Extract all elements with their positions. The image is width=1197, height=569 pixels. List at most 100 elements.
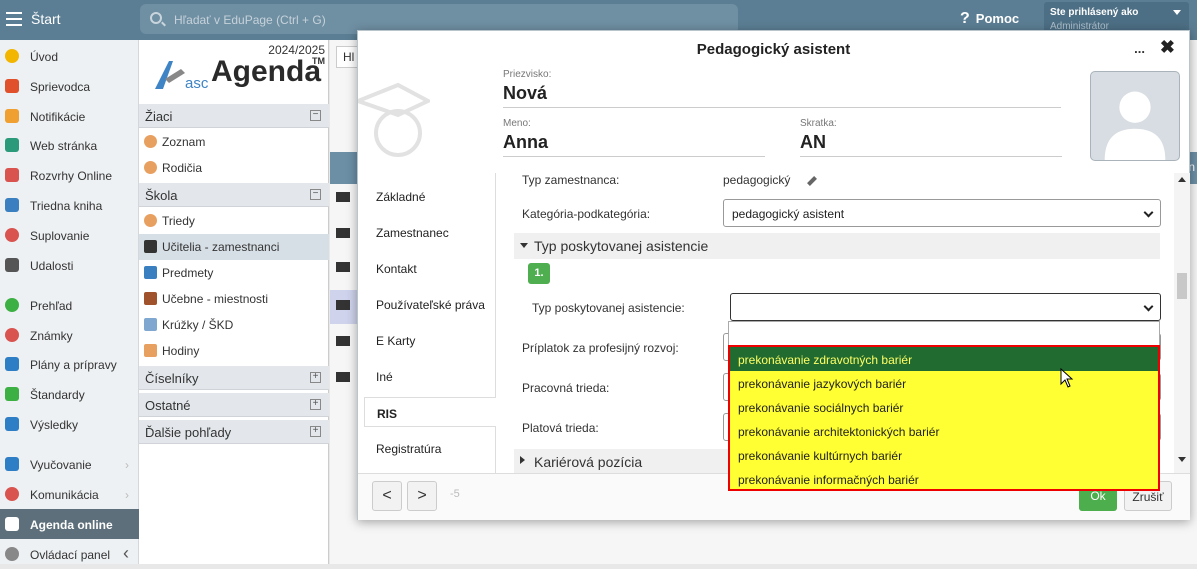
sidebar-item-vysledky[interactable]: Výsledky [0, 409, 139, 439]
category-select[interactable]: pedagogický asistent [723, 199, 1161, 227]
collapse-chevron-icon[interactable]: ‹ [123, 543, 129, 564]
expand-toggle[interactable]: + [310, 372, 321, 383]
avatar[interactable] [1090, 71, 1180, 161]
name-value: Anna [503, 132, 548, 152]
sidebar-item-agenda-online[interactable]: Agenda online [0, 509, 139, 539]
menu-icon[interactable] [6, 12, 22, 26]
envelope-icon [5, 109, 19, 123]
expand-toggle[interactable]: + [310, 426, 321, 437]
collapse-toggle[interactable]: − [310, 189, 321, 200]
dropdown-option[interactable]: prekonávanie kultúrnych bariér [730, 443, 1158, 467]
tab-registratura[interactable]: Registratúra [364, 433, 496, 463]
sidebar-item-label: Suplovanie [30, 229, 90, 243]
section-ostatne[interactable]: Ostatné + [139, 393, 329, 417]
assist-type-select[interactable] [730, 293, 1161, 321]
scroll-thumb[interactable] [1177, 273, 1187, 299]
abbreviation-field[interactable]: Skratka: AN [800, 118, 1062, 157]
sidebar-item-label: Komunikácia [30, 488, 99, 502]
briefcase-icon [5, 357, 19, 371]
sidebar-item-web[interactable]: Web stránka [0, 130, 139, 160]
person-icon [5, 228, 19, 242]
search-placeholder: Hľadať v EduPage (Ctrl + G) [174, 13, 326, 27]
tab-zamestnanec[interactable]: Zamestnanec [364, 217, 496, 247]
sidebar-item-komunikacia[interactable]: Komunikácia › [0, 479, 139, 509]
sidebar-item-label: Agenda online [30, 518, 113, 532]
sidebar-item-vyucovanie[interactable]: Vyučovanie › [0, 449, 139, 479]
book-icon [5, 198, 19, 212]
sidebar-item-ovladaci-panel[interactable]: Ovládací panel ‹ [0, 539, 139, 569]
logo-tm: TM [312, 56, 325, 66]
employee-type-value: pedagogický [723, 173, 791, 187]
tab-kontakt[interactable]: Kontakt [364, 253, 496, 283]
help-label: Pomoc [975, 11, 1020, 26]
panel-item-rodicia[interactable]: Rodičia [139, 155, 329, 181]
tab-pouzivatelske-prava[interactable]: Používateľské práva [364, 289, 496, 319]
collapse-toggle[interactable]: − [310, 110, 321, 121]
dropdown-option[interactable]: prekonávanie architektonických bariér [730, 419, 1158, 443]
sidebar-item-sprievodca[interactable]: Sprievodca [0, 71, 139, 101]
more-options-button[interactable]: ... [1134, 41, 1145, 56]
sidebar-item-suplovanie[interactable]: Suplovanie [0, 220, 139, 250]
sidebar-item-uvod[interactable]: Úvod [0, 41, 139, 71]
panel-item-ucebne[interactable]: Učebne - miestnosti [139, 286, 329, 312]
dialog-title: Pedagogický asistent [696, 41, 851, 58]
prev-button[interactable]: < [372, 481, 402, 511]
section-skola[interactable]: Škola − [139, 183, 329, 207]
sidebar-item-triedna-kniha[interactable]: Triedna kniha [0, 190, 139, 220]
dropdown-option[interactable]: prekonávanie sociálnych bariér [730, 395, 1158, 419]
row-icon [336, 300, 350, 310]
panel-item-zoznam[interactable]: Zoznam [139, 129, 329, 155]
assistance-group-header[interactable]: Typ poskytovanej asistencie [514, 233, 1160, 259]
abbr-value: AN [800, 132, 826, 152]
dropdown-option[interactable]: prekonávanie zdravotných bariér [730, 347, 1158, 371]
pencil-icon[interactable] [807, 176, 817, 186]
tab-ris[interactable]: RIS [364, 397, 496, 427]
book-open-icon [5, 457, 19, 471]
dropdown-option[interactable]: prekonávanie informačných bariér [730, 467, 1158, 491]
sidebar-item-plany[interactable]: Plány a prípravy [0, 349, 139, 379]
rocket-icon [144, 318, 157, 331]
dropdown-option[interactable]: prekonávanie jazykových bariér [730, 371, 1158, 395]
sidebar-item-label: Ovládací panel [30, 548, 111, 562]
sidebar-item-rozvrhy[interactable]: Rozvrhy Online [0, 160, 139, 190]
start-label[interactable]: Štart [31, 11, 61, 27]
field-underline [503, 107, 1061, 108]
sidebar-item-znamky[interactable]: Známky [0, 320, 139, 350]
panel-item-ucitelia[interactable]: Učitelia - zamestnanci [139, 234, 329, 260]
sidebar-item-prehlad[interactable]: Prehľad [0, 290, 139, 320]
surname-field[interactable]: Priezvisko: Nová [503, 69, 1063, 108]
asc-agenda-logo: asc Agenda TM [149, 52, 325, 102]
panel-item-kruzky[interactable]: Krúžky / ŠKD [139, 312, 329, 338]
star-icon [5, 49, 19, 63]
graduation-cap-icon [144, 240, 157, 253]
content-scrollbar[interactable] [1174, 173, 1190, 473]
panel-item-label: Hodiny [162, 344, 200, 358]
panel-item-triedy[interactable]: Triedy [139, 208, 329, 234]
section-dalsie-pohlady[interactable]: Ďalšie pohľady + [139, 420, 329, 444]
agenda-icon [5, 517, 19, 531]
help-button[interactable]: ? Pomoc [960, 10, 1019, 28]
close-icon[interactable]: ✖ [1160, 37, 1175, 58]
scroll-up-icon[interactable] [1178, 177, 1186, 182]
panel-item-predmety[interactable]: Predmety [139, 260, 329, 286]
sidebar-item-standardy[interactable]: Štandardy [0, 379, 139, 409]
section-ciselniky[interactable]: Číselníky + [139, 366, 329, 390]
career-group-title: Kariérová pozícia [534, 454, 643, 470]
tab-zakladne[interactable]: Základné [364, 181, 496, 211]
panel-item-label: Rodičia [162, 161, 203, 175]
parents-icon [144, 161, 157, 174]
expand-toggle[interactable]: + [310, 399, 321, 410]
panel-item-hodiny[interactable]: Hodiny [139, 338, 329, 364]
section-ziaci[interactable]: Žiaci − [139, 104, 329, 128]
tab-e-karty[interactable]: E Karty [364, 325, 496, 355]
scroll-down-icon[interactable] [1178, 457, 1186, 462]
assistance-group-title: Typ poskytovanej asistencie [534, 238, 709, 254]
sidebar-item-notifikacie[interactable]: Notifikácie [0, 101, 139, 131]
panel-item-label: Učitelia - zamestnanci [162, 240, 280, 254]
first-name-field[interactable]: Meno: Anna [503, 118, 765, 157]
student-icon [144, 135, 157, 148]
sidebar-item-udalosti[interactable]: Udalosti [0, 250, 139, 280]
tab-ine[interactable]: Iné [364, 361, 496, 391]
dropdown-search-input[interactable] [728, 321, 1160, 346]
next-button[interactable]: > [407, 481, 437, 511]
